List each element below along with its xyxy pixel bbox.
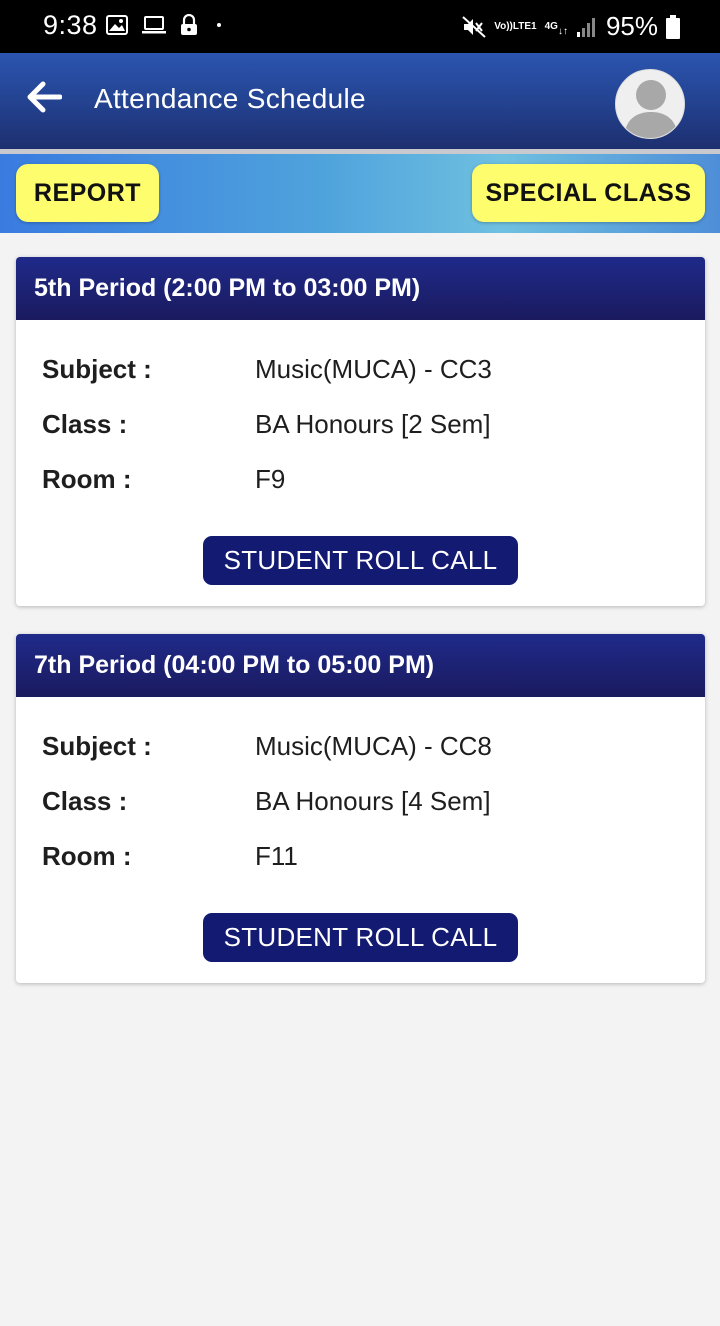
mute-icon xyxy=(462,15,486,38)
image-icon xyxy=(106,15,128,35)
subject-label: Subject : xyxy=(42,731,152,761)
room-label: Room : xyxy=(42,464,132,494)
period-card: 5th Period (2:00 PM to 03:00 PM) Subject… xyxy=(16,257,705,606)
lock-icon xyxy=(180,14,198,36)
class-value: BA Honours [4 Sem] xyxy=(255,786,491,816)
status-left-icons xyxy=(106,14,221,36)
back-button[interactable] xyxy=(24,79,64,119)
user-avatar-icon[interactable] xyxy=(615,69,685,139)
volte-indicator: Vo)) LTE1 xyxy=(494,20,537,32)
special-class-button[interactable]: SPECIAL CLASS xyxy=(472,164,705,222)
report-button[interactable]: REPORT xyxy=(16,164,159,222)
period-header: 7th Period (04:00 PM to 05:00 PM) xyxy=(16,634,705,697)
room-label: Room : xyxy=(42,841,132,871)
period-header: 5th Period (2:00 PM to 03:00 PM) xyxy=(16,257,705,320)
network-type-icon: 4G ↓↑ xyxy=(544,20,568,37)
subject-label: Subject : xyxy=(42,354,152,384)
status-bar: 9:38 Vo)) LTE1 4G ↓↑ 95% xyxy=(0,0,720,53)
class-label: Class : xyxy=(42,409,128,439)
room-value: F9 xyxy=(255,464,286,494)
period-card: 7th Period (04:00 PM to 05:00 PM) Subjec… xyxy=(16,634,705,983)
dot-icon xyxy=(217,23,221,27)
status-right-icons: Vo)) LTE1 4G ↓↑ 95% xyxy=(454,11,680,42)
app-bar: Attendance Schedule xyxy=(0,53,720,149)
action-strip: REPORT SPECIAL CLASS xyxy=(0,154,720,233)
arrow-left-icon xyxy=(26,81,63,118)
room-value: F11 xyxy=(255,841,298,871)
subject-value: Music(MUCA) - CC8 xyxy=(255,731,492,761)
subject-value: Music(MUCA) - CC3 xyxy=(255,354,492,384)
laptop-icon xyxy=(141,15,167,35)
student-roll-call-button[interactable]: STUDENT ROLL CALL xyxy=(203,536,518,585)
class-label: Class : xyxy=(42,786,128,816)
battery-percent: 95% xyxy=(605,11,658,41)
class-value: BA Honours [2 Sem] xyxy=(255,409,491,439)
status-time: 9:38 xyxy=(43,10,98,40)
battery-icon xyxy=(666,14,680,39)
student-roll-call-button[interactable]: STUDENT ROLL CALL xyxy=(203,913,518,962)
page-title: Attendance Schedule xyxy=(94,83,366,114)
signal-icon xyxy=(576,16,598,38)
